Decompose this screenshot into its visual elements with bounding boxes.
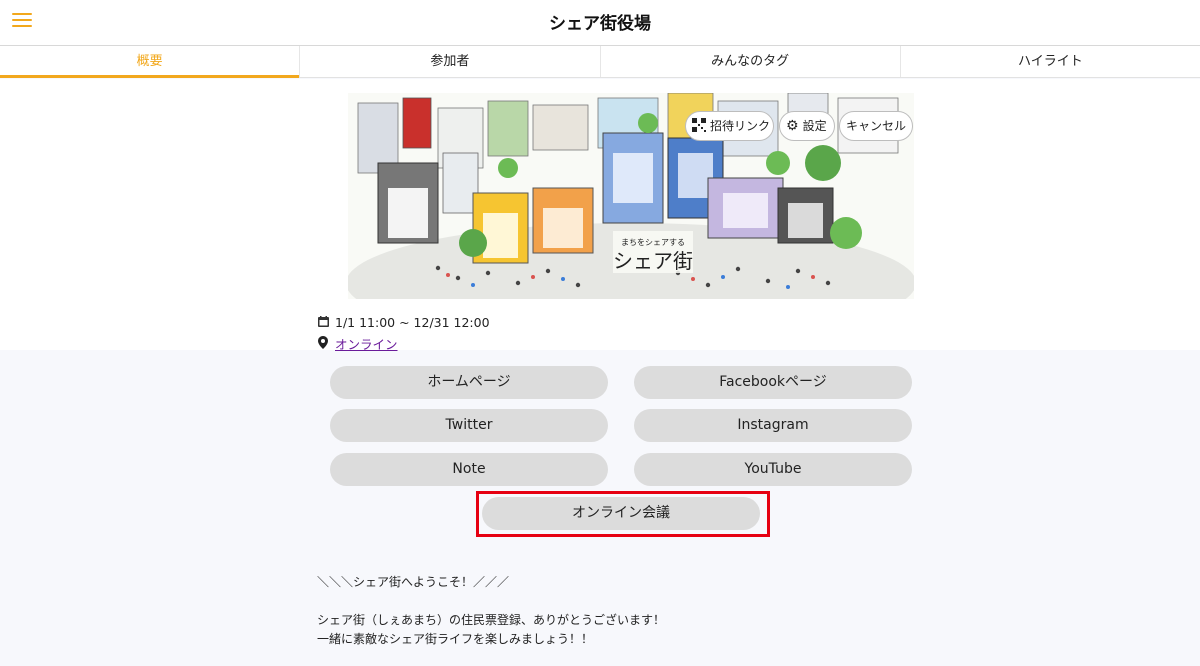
tab-highlights[interactable]: ハイライト [901,46,1200,77]
logo-main-text: シェア街 [613,249,693,273]
gear-icon: ⚙ [786,118,799,134]
logo-sub-text: まちをシェアする [621,238,685,247]
description-line-3: 一緒に素敵なシェア街ライフを楽しみましょう！！ [317,632,594,646]
facebook-page-button[interactable]: Facebookページ [634,366,912,399]
description-line-2: シェア街（しぇあまち）の住民票登録、ありがとうございます！ [317,613,666,627]
calendar-icon [317,315,329,330]
youtube-button[interactable]: YouTube [634,453,912,486]
map-pin-icon [317,335,329,352]
event-location-link[interactable]: オンライン [335,334,398,353]
settings-button[interactable]: ⚙ 設定 [779,111,835,141]
tab-bar: 概要 参加者 みんなのタグ ハイライト [0,46,1200,78]
qr-code-icon [692,117,706,135]
event-datetime: 1/1 11:00 ~ 12/31 12:00 [335,315,490,330]
homepage-button[interactable]: ホームページ [330,366,608,399]
cancel-label: キャンセル [845,119,906,133]
note-button[interactable]: Note [330,453,608,486]
twitter-button[interactable]: Twitter [330,409,608,442]
description-line-1: ＼＼＼シェア街へようこそ！／／／ [317,575,510,589]
event-location-row: オンライン [317,334,398,353]
header-bar: シェア街役場 [0,0,1200,46]
event-datetime-row: 1/1 11:00 ~ 12/31 12:00 [317,315,490,330]
page-title: シェア街役場 [549,14,651,34]
tab-participants[interactable]: 参加者 [300,46,601,77]
instagram-button[interactable]: Instagram [634,409,912,442]
tab-overview[interactable]: 概要 [0,46,301,78]
invite-link-label: 招待リンク [710,119,771,133]
settings-label: 設定 [802,119,827,133]
invite-link-button[interactable]: 招待リンク [685,111,774,141]
highlight-annotation-box [476,491,770,537]
cancel-button[interactable]: キャンセル [839,111,913,141]
tab-tags[interactable]: みんなのタグ [601,46,901,77]
